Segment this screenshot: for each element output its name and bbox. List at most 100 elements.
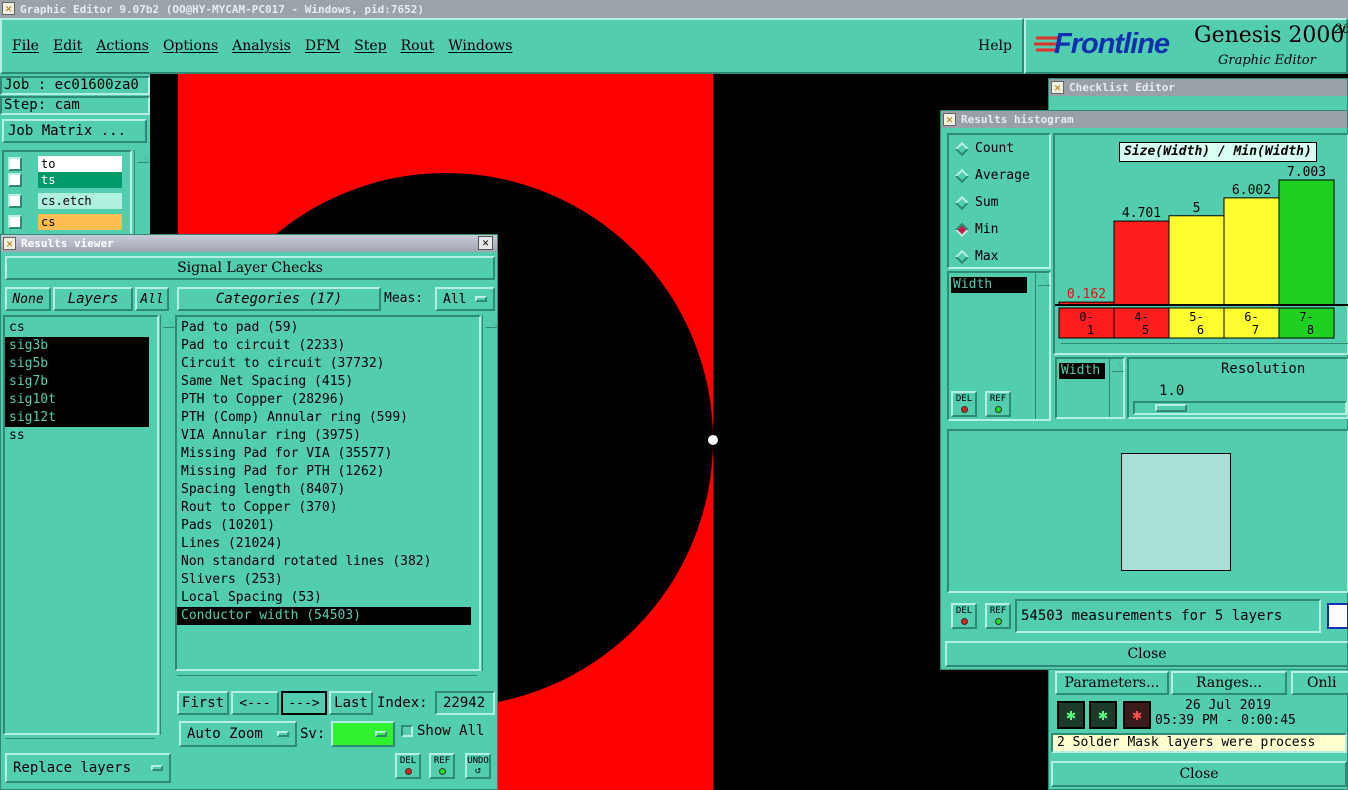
category-item[interactable]: VIA Annular ring (3975) xyxy=(177,427,479,445)
category-item[interactable]: Pad to pad (59) xyxy=(177,319,479,337)
layer-item-sig3b[interactable]: sig3b xyxy=(5,337,149,355)
category-item[interactable]: Slivers (253) xyxy=(177,571,479,589)
category-item[interactable]: Circuit to circuit (37732) xyxy=(177,355,479,373)
radio-icon[interactable] xyxy=(954,141,970,156)
layer-item-sig12t[interactable]: sig12t xyxy=(5,409,149,427)
action-icon-1[interactable]: ✱ xyxy=(1057,701,1085,729)
mode-max[interactable]: Max xyxy=(949,243,1049,270)
layer-checkbox-icon[interactable] xyxy=(8,194,22,208)
category-item[interactable]: Pads (10201) xyxy=(177,517,479,535)
width-list-item[interactable]: Width xyxy=(951,277,1027,293)
layer-checkbox-icon[interactable] xyxy=(8,215,22,229)
menu-actions[interactable]: Actions xyxy=(96,38,149,54)
menu-options[interactable]: Options xyxy=(163,38,218,54)
layer-row-to[interactable]: to xyxy=(6,156,126,172)
layer-item-ss[interactable]: ss xyxy=(5,427,157,445)
mode-min[interactable]: Min xyxy=(949,216,1049,243)
layer-row-cs[interactable]: cs xyxy=(6,214,126,230)
menu-help[interactable]: Help xyxy=(978,38,1012,54)
scroll-up-icon[interactable] xyxy=(1110,362,1123,371)
checklist-menu-icon[interactable]: ✕ xyxy=(1051,81,1064,94)
histogram-bar[interactable] xyxy=(1168,215,1225,306)
replace-layers-dropdown[interactable]: Replace layers xyxy=(5,753,171,783)
layer-row-cs-etch[interactable]: cs.etch xyxy=(6,193,126,209)
checklist-close-button[interactable]: Close xyxy=(1051,761,1347,787)
auto-zoom-dropdown[interactable]: Auto Zoom xyxy=(179,721,297,747)
layers-list-scrollbar[interactable] xyxy=(160,315,174,735)
scroll-up-icon[interactable] xyxy=(135,153,148,162)
mode-average[interactable]: Average xyxy=(949,162,1049,189)
scroll-up-icon[interactable] xyxy=(161,318,174,327)
width-field-scrollbar[interactable] xyxy=(1109,359,1123,417)
mode-count[interactable]: Count xyxy=(949,135,1049,162)
category-item[interactable]: PTH (Comp) Annular ring (599) xyxy=(177,409,479,427)
sv-color-dropdown[interactable] xyxy=(331,721,395,747)
menu-dfm[interactable]: DFM xyxy=(305,38,340,54)
menu-rout[interactable]: Rout xyxy=(401,38,435,54)
histogram-ref-button[interactable]: REF xyxy=(985,603,1011,629)
layer-item-sig7b[interactable]: sig7b xyxy=(5,373,149,391)
width-field[interactable]: Width xyxy=(1055,357,1125,419)
parameters-button[interactable]: Parameters... xyxy=(1055,671,1169,695)
category-item[interactable]: Missing Pad for VIA (35577) xyxy=(177,445,479,463)
window-close-icon[interactable]: ✕ xyxy=(2,2,15,15)
histogram-menu-icon[interactable]: ✕ xyxy=(943,113,956,126)
none-layers-button[interactable]: None xyxy=(5,287,51,311)
radio-icon[interactable] xyxy=(954,195,970,210)
layer-checkbox-icon[interactable] xyxy=(8,157,22,171)
histogram-ref-button-top[interactable]: REF xyxy=(985,391,1011,417)
category-item-selected[interactable]: Conductor width (54503) xyxy=(177,607,471,625)
menu-edit[interactable]: Edit xyxy=(53,38,82,54)
layers-list[interactable]: cs sig3b sig5b sig7b sig10t sig12t ss xyxy=(3,315,159,735)
categories-list[interactable]: Pad to pad (59) Pad to circuit (2233) Ci… xyxy=(175,315,481,671)
histogram-bar[interactable] xyxy=(1113,220,1170,306)
categories-list-scrollbar[interactable] xyxy=(482,315,496,671)
report-icon[interactable] xyxy=(1327,603,1348,629)
categories-button[interactable]: Categories (17) xyxy=(177,287,381,311)
radio-selected-icon[interactable] xyxy=(954,222,970,237)
signal-layer-checks-button[interactable]: Signal Layer Checks xyxy=(5,256,495,280)
results-viewer-menu-icon[interactable]: ✕ xyxy=(3,237,16,250)
category-item[interactable]: Missing Pad for PTH (1262) xyxy=(177,463,479,481)
histogram-close-button[interactable]: Close xyxy=(945,641,1348,667)
resolution-slider-thumb[interactable] xyxy=(1155,404,1187,412)
scroll-up-icon[interactable] xyxy=(483,318,496,327)
histogram-bar[interactable] xyxy=(1278,179,1335,306)
show-all-checkbox[interactable] xyxy=(401,725,413,737)
chart-hscrollbar[interactable] xyxy=(1061,343,1348,353)
layer-list-scrollbar[interactable] xyxy=(134,150,148,240)
histogram-del-button[interactable]: DEL xyxy=(951,603,977,629)
action-icon-2[interactable]: ✱ xyxy=(1089,701,1117,729)
ranges-button[interactable]: Ranges... xyxy=(1171,671,1287,695)
radio-icon[interactable] xyxy=(954,168,970,183)
histogram-bar[interactable] xyxy=(1223,197,1280,306)
menu-analysis[interactable]: Analysis xyxy=(232,38,291,54)
category-item[interactable]: Local Spacing (53) xyxy=(177,589,479,607)
histogram-del-button-top[interactable]: DEL xyxy=(951,391,977,417)
action-icon-3[interactable]: ✱ xyxy=(1123,701,1151,729)
category-item[interactable]: Non standard rotated lines (382) xyxy=(177,553,479,571)
resolution-slider[interactable] xyxy=(1133,401,1347,415)
layers-list-hscrollbar[interactable] xyxy=(5,738,155,748)
viewer-ref-button[interactable]: REF xyxy=(429,753,455,779)
category-item[interactable]: Same Net Spacing (415) xyxy=(177,373,479,391)
viewer-undo-button[interactable]: UNDO ↺ xyxy=(465,753,491,779)
category-item[interactable]: PTH to Copper (28296) xyxy=(177,391,479,409)
scroll-up-icon[interactable] xyxy=(1036,276,1049,285)
next-button[interactable]: ---> xyxy=(281,691,327,715)
layer-checkbox-icon[interactable] xyxy=(8,173,22,187)
results-viewer-close-icon[interactable]: ✕ xyxy=(478,236,493,250)
first-button[interactable]: First xyxy=(177,691,229,715)
menu-windows[interactable]: Windows xyxy=(448,38,512,54)
last-button[interactable]: Last xyxy=(329,691,373,715)
category-item[interactable]: Rout to Copper (370) xyxy=(177,499,479,517)
radio-icon[interactable] xyxy=(954,249,970,264)
index-input[interactable]: 22942 xyxy=(435,691,495,715)
menu-file[interactable]: File xyxy=(12,38,39,54)
category-item[interactable]: Spacing length (8407) xyxy=(177,481,479,499)
category-item[interactable]: Lines (21024) xyxy=(177,535,479,553)
meas-dropdown[interactable]: All xyxy=(435,287,495,311)
menu-step[interactable]: Step xyxy=(354,38,386,54)
layer-row-ts[interactable]: ts xyxy=(6,172,126,188)
layers-button[interactable]: Layers xyxy=(53,287,133,311)
